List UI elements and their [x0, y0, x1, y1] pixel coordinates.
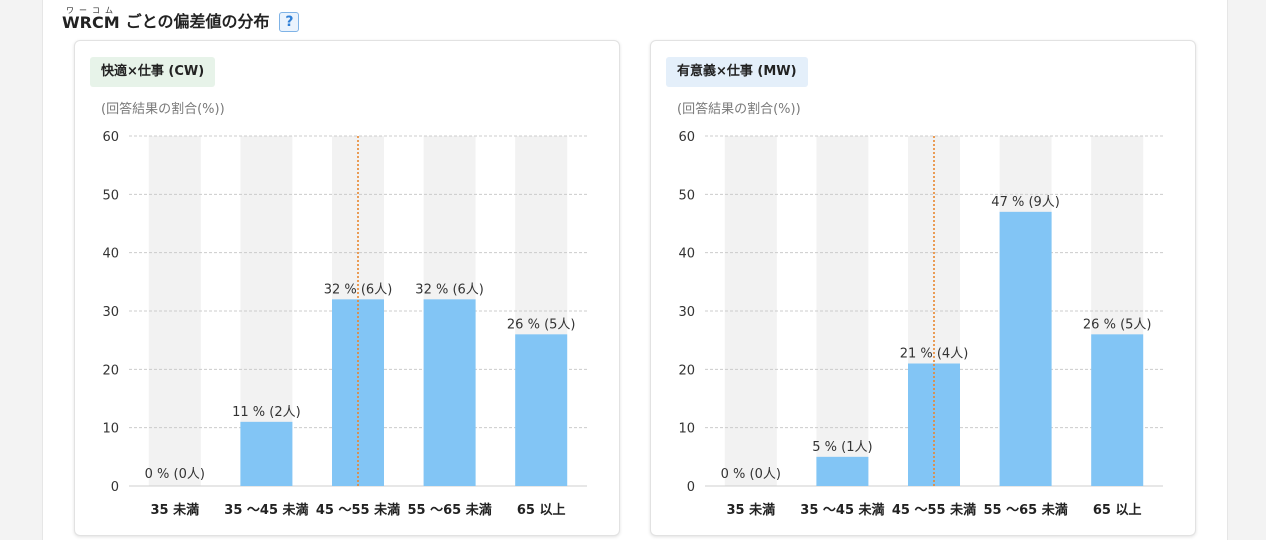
- x-tick-label: 45 〜55 未満: [892, 502, 976, 518]
- y-tick-label: 60: [102, 130, 119, 145]
- y-tick-label: 20: [678, 363, 695, 378]
- x-tick-label: 35 未満: [150, 502, 199, 518]
- x-tick-label: 45 〜55 未満: [316, 502, 400, 518]
- y-tick-label: 50: [678, 188, 695, 203]
- data-label: 0 % (0人): [721, 467, 781, 482]
- y-tick-label: 40: [678, 247, 695, 262]
- data-label: 5 % (1人): [812, 440, 872, 455]
- data-label: 47 % (9人): [991, 195, 1060, 210]
- y-tick-label: 40: [102, 247, 119, 262]
- data-label: 0 % (0人): [145, 467, 205, 482]
- chart-card-cw: 快適×仕事 (CW) (回答結果の割合(%)) 0 10 20 30 40 50 60 0 %…: [74, 40, 620, 536]
- title-ruby: ワーコム: [66, 6, 118, 15]
- y-tick-label: 0: [111, 480, 119, 495]
- y-tick-label: 30: [678, 305, 695, 320]
- x-tick-label: 35 〜45 未満: [800, 502, 884, 518]
- help-button[interactable]: ?: [279, 12, 300, 32]
- bar: [515, 334, 568, 486]
- y-tick-label: 10: [678, 422, 695, 437]
- x-tick-label: 65 以上: [517, 503, 566, 518]
- y-tick-label: 10: [102, 422, 119, 437]
- bar-chart-mw: 0 10 20 30 40 50 60 0 % (0人) 35 未満 5 % (1人) 35 〜45…: [678, 130, 1163, 518]
- x-tick-label: 65 以上: [1093, 503, 1142, 518]
- x-tick-label: 55 〜65 未満: [407, 502, 491, 518]
- x-tick-label: 35 未満: [726, 502, 775, 518]
- bar: [240, 421, 293, 486]
- chart-card-mw: 有意義×仕事 (MW) (回答結果の割合(%)) 0 10 20 30 40 50 60 0 …: [650, 40, 1196, 536]
- y-tick-label: 60: [678, 130, 695, 145]
- bar: [816, 456, 869, 486]
- bar-chart-cw: 0 10 20 30 40 50 60 0 % (0人) 35 未満 11 % (2人) 35 〜4…: [102, 130, 587, 518]
- y-tick-label: 30: [102, 305, 119, 320]
- data-label: 11 % (2人): [232, 405, 301, 420]
- title-rest: ごとの偏差値の分布: [125, 12, 270, 31]
- bar: [999, 211, 1052, 487]
- data-label: 26 % (5人): [1083, 317, 1152, 332]
- y-tick-label: 0: [687, 480, 695, 495]
- data-label: 26 % (5人): [507, 317, 576, 332]
- y-tick-label: 20: [102, 363, 119, 378]
- y-tick-label: 50: [102, 188, 119, 203]
- x-tick-label: 55 〜65 未満: [983, 502, 1067, 518]
- bar: [423, 299, 476, 486]
- section-title: ワーコム WRCM ごとの偏差値の分布 ?: [62, 6, 300, 32]
- data-label: 32 % (6人): [415, 282, 484, 297]
- bar: [1091, 334, 1144, 486]
- x-tick-label: 35 〜45 未満: [224, 502, 308, 518]
- title-word: ワーコム WRCM: [62, 6, 120, 32]
